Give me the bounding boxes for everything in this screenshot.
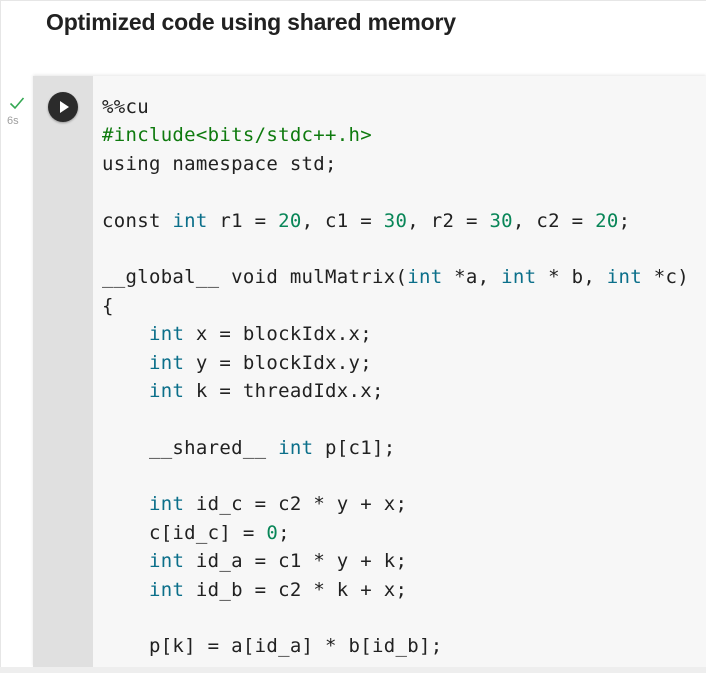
code-token: x = blockIdx.x; — [184, 323, 373, 346]
code-line: int y = blockIdx.y; — [102, 349, 689, 377]
code-line: { — [102, 292, 689, 320]
code-line: p[k] = a[id_a] * b[id_b]; — [102, 632, 689, 660]
code-token: int — [407, 266, 443, 289]
code-line: #include<bits/stdc++.h> — [102, 121, 689, 149]
code-token: *a, — [442, 266, 502, 289]
code-token: c[id_c] = — [102, 521, 267, 544]
code-token: p[c1]; — [313, 436, 396, 459]
code-line: int id_c = c2 * y + x; — [102, 490, 689, 518]
code-line: using namespace std; — [102, 150, 689, 178]
code-line: int x = blockIdx.x; — [102, 320, 689, 348]
code-token: %%cu — [102, 96, 149, 118]
bottom-divider — [0, 667, 706, 673]
code-token: *c) — [642, 266, 689, 289]
code-line: %%cu — [102, 93, 689, 121]
code-token: r1 = — [207, 209, 279, 232]
code-token: 20 — [595, 209, 619, 232]
code-token: __shared__ — [102, 436, 279, 459]
code-token: 0 — [266, 521, 279, 544]
code-line: int k = threadIdx.x; — [102, 377, 689, 405]
left-divider — [0, 0, 1, 673]
code-token: int — [148, 323, 185, 346]
execution-time: 6s — [7, 115, 19, 127]
code-token: 20 — [278, 209, 302, 232]
code-token: int — [172, 209, 208, 232]
play-icon — [60, 101, 69, 113]
code-token: id_b = c2 * k + x; — [184, 578, 408, 601]
top-divider — [0, 0, 706, 1]
code-token: , r2 = — [407, 209, 490, 232]
code-token: * b, — [536, 266, 607, 289]
code-token: int — [501, 266, 537, 289]
code-token: int — [278, 436, 314, 459]
code-token: ; — [278, 521, 290, 544]
code-editor[interactable]: %%cu #include<bits/stdc++.h> using namespa… — [102, 93, 689, 661]
code-token: int — [606, 266, 643, 289]
code-line: __shared__ int p[c1]; — [102, 434, 689, 462]
code-token: int — [148, 493, 185, 516]
code-token: const — [102, 209, 173, 232]
cell-gutter — [33, 76, 93, 667]
code-token: id_a = c1 * y + k; — [184, 550, 408, 573]
code-token: , c1 = — [301, 209, 384, 232]
code-line: int id_a = c1 * y + k; — [102, 547, 689, 575]
code-token: using namespace std; — [102, 152, 337, 175]
code-token: int — [148, 550, 185, 573]
code-token: 30 — [383, 209, 408, 232]
run-cell-button[interactable] — [48, 92, 78, 122]
code-token: k = threadIdx.x; — [184, 379, 384, 402]
code-token: p[k] = a[id_a] * b[id_b]; — [102, 635, 443, 658]
code-token: y = blockIdx.y; — [184, 351, 373, 374]
code-token: 30 — [489, 209, 513, 232]
code-token: int — [148, 379, 185, 402]
code-line: c[id_c] = 0; — [102, 519, 689, 547]
code-token: __global__ void mulMatrix( — [102, 266, 408, 289]
code-token: , c2 = — [512, 209, 596, 232]
code-line: __global__ void mulMatrix(int *a, int * … — [102, 263, 689, 291]
code-token: id_c = c2 * y + x; — [184, 493, 408, 516]
code-line: int id_b = c2 * k + x; — [102, 576, 689, 604]
code-token: #include<bits/stdc++.h> — [102, 124, 372, 147]
code-token: int — [148, 578, 185, 601]
section-heading: Optimized code using shared memory — [46, 9, 456, 35]
check-icon — [9, 97, 25, 110]
code-token: ; — [618, 209, 631, 232]
code-token: { — [102, 294, 114, 317]
code-line: const int r1 = 20, c1 = 30, r2 = 30, c2 … — [102, 207, 689, 235]
code-token: int — [148, 351, 185, 374]
